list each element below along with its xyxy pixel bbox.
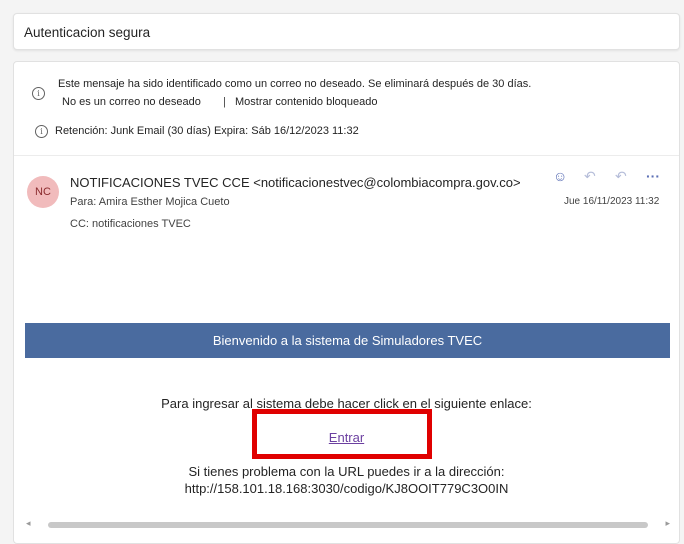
subject-card: Autenticacion segura [13,13,680,50]
message-pane: i Este mensaje ha sido identificado como… [13,61,680,544]
retention-text: Retención: Junk Email (30 días) Expira: … [55,125,359,137]
sender-name[interactable]: NOTIFICACIONES TVEC CCE <notificacionest… [70,175,521,190]
to-recipients[interactable]: Para: Amira Esther Mojica Cueto [70,196,230,208]
welcome-banner: Bienvenido a la sistema de Simuladores T… [25,323,670,358]
reply-all-icon[interactable]: ↶ [615,168,627,185]
not-junk-link[interactable]: No es un correo no deseado [62,96,201,108]
horizontal-scrollbar[interactable]: ◂ ▸ [26,518,670,528]
highlight-box [252,409,432,459]
message-date: Jue 16/11/2023 11:32 [564,196,660,207]
junk-notice-text: Este mensaje ha sido identificado como u… [58,78,532,90]
show-blocked-content-link[interactable]: Mostrar contenido bloqueado [235,96,377,108]
info-icon: i [32,87,45,100]
scroll-right-icon[interactable]: ▸ [665,518,670,529]
emoji-reaction-icon[interactable]: ☺ [553,168,567,184]
email-subject: Autenticacion segura [24,25,151,40]
url-problem-text: Si tienes problema con la URL puedes ir … [188,464,505,479]
scroll-left-icon[interactable]: ◂ [26,518,31,529]
scrollbar-thumb[interactable] [48,522,648,528]
more-actions-icon[interactable]: ··· [646,168,660,184]
reply-icon[interactable]: ↶ [584,168,596,185]
info-icon: i [35,125,48,138]
avatar[interactable]: NC [27,176,59,208]
divider [14,155,679,156]
link-separator: | [223,96,226,108]
fallback-url: http://158.101.18.168:3030/codigo/KJ8OOI… [184,481,509,496]
cc-recipients[interactable]: CC: notificaciones TVEC [70,218,191,230]
